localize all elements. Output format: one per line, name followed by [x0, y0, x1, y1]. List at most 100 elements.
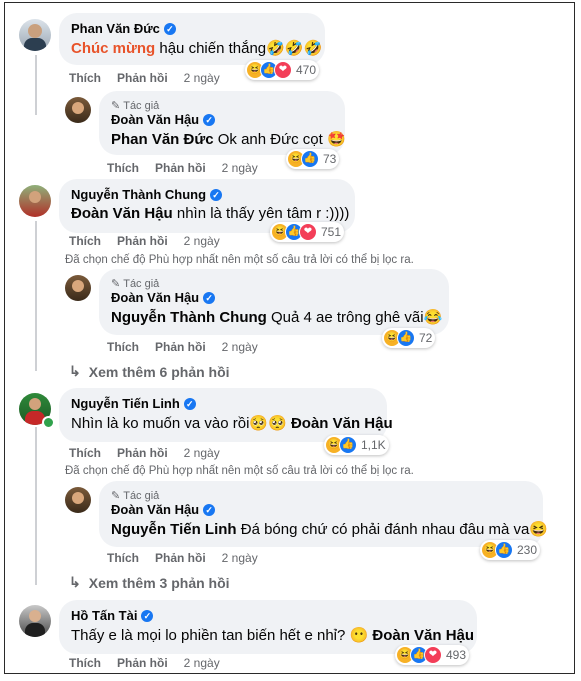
like-reaction-icon: 👍 [301, 150, 319, 168]
mention-link[interactable]: Phan Văn Đức [111, 131, 214, 148]
thread-line [35, 55, 37, 115]
thread-line [35, 427, 37, 585]
reaction-summary[interactable]: 😆 👍 72 [382, 328, 436, 348]
comment-bubble: Phan Văn Đức ✓ Chúc mừng hậu chiến thắng🤣… [59, 13, 325, 65]
reply-bubble: ✎ Tác giả Đoàn Văn Hậu ✓ Nguyễn Tiến Linh … [99, 481, 548, 547]
mention-link[interactable]: Nguyễn Tiến Linh [111, 521, 237, 538]
avatar[interactable] [19, 185, 51, 217]
timestamp[interactable]: 2 ngày [222, 551, 258, 565]
avatar[interactable] [65, 275, 91, 301]
like-link[interactable]: Thích [69, 446, 101, 460]
reaction-count: 72 [419, 331, 433, 345]
comment-actions: Thích Phản hồi 2 ngày [69, 71, 220, 85]
comment-text: Nhìn là ko muốn va vào rồi🥺🥺 [71, 415, 291, 432]
reaction-summary[interactable]: 😆 👍 1,1K [324, 435, 389, 455]
reaction-summary[interactable]: 😆 👍 ❤ 470 [245, 60, 320, 80]
reply-arrow-icon: ↳ [69, 574, 81, 590]
reply-link[interactable]: Phản hồi [155, 340, 206, 354]
comments-panel: Phan Văn Đức ✓ Chúc mừng hậu chiến thắng🤣… [4, 2, 575, 674]
like-link[interactable]: Thích [69, 234, 101, 248]
verified-badge-icon: ✓ [210, 188, 223, 201]
pencil-icon: ✎ [111, 100, 121, 112]
commenter-name[interactable]: Đoàn Văn Hậu [111, 112, 199, 127]
comment-bubble: Nguyễn Tiến Linh ✓ Nhìn là ko muốn va vào… [59, 388, 393, 442]
mention-link[interactable]: Đoàn Văn Hậu [291, 415, 393, 432]
author-tag: Tác giả [123, 99, 160, 112]
commenter-name[interactable]: Đoàn Văn Hậu [111, 290, 199, 305]
reaction-count: 493 [446, 648, 467, 662]
mention-link[interactable]: Đoàn Văn Hậu [71, 205, 173, 222]
reply-bubble: ✎ Tác giả Đoàn Văn Hậu ✓ Phan Văn Đức Ok a… [99, 91, 346, 155]
author-tag: Tác giả [123, 277, 160, 290]
timestamp[interactable]: 2 ngày [184, 446, 220, 460]
comment-text: nhìn là thấy yên tâm r :)))) [172, 205, 350, 222]
reply-arrow-icon: ↳ [69, 363, 81, 379]
reaction-count: 230 [517, 543, 538, 557]
avatar[interactable] [19, 19, 51, 51]
timestamp[interactable]: 2 ngày [222, 340, 258, 354]
mention-link[interactable]: Đoàn Văn Hậu [372, 627, 474, 644]
commenter-name[interactable]: Đoàn Văn Hậu [111, 502, 199, 517]
author-tag: Tác giả [123, 489, 160, 502]
comment-text: Đá bóng chứ có phải đánh nhau đâu mà va😆 [236, 521, 548, 538]
reaction-summary[interactable]: 😆 👍 230 [480, 540, 541, 560]
commenter-name[interactable]: Nguyễn Tiến Linh [71, 396, 180, 411]
view-more-label: Xem thêm 6 phản hồi [88, 363, 230, 380]
like-reaction-icon: 👍 [495, 541, 513, 559]
verified-badge-icon: ✓ [141, 609, 154, 622]
comment-text: Thấy e là mọi lo phiền tan biến hết e nh… [71, 627, 373, 644]
timestamp[interactable]: 2 ngày [184, 656, 220, 670]
reply-link[interactable]: Phản hồi [117, 656, 168, 670]
reaction-count: 1,1K [361, 438, 386, 452]
avatar[interactable] [19, 605, 51, 637]
avatar[interactable] [65, 97, 91, 123]
reaction-count: 751 [321, 225, 342, 239]
love-reaction-icon: ❤ [299, 223, 317, 241]
avatar[interactable] [65, 487, 91, 513]
reaction-summary[interactable]: 😆 👍 ❤ 493 [395, 645, 470, 665]
like-link[interactable]: Thích [69, 656, 101, 670]
like-link[interactable]: Thích [69, 71, 101, 85]
reply-link[interactable]: Phản hồi [117, 71, 168, 85]
like-link[interactable]: Thích [107, 551, 139, 565]
mention-link[interactable]: Nguyễn Thành Chung [111, 309, 267, 326]
reply-link[interactable]: Phản hồi [155, 551, 206, 565]
filter-note: Đã chọn chế độ Phù hợp nhất nên một số c… [65, 254, 414, 266]
reaction-summary[interactable]: 😆 👍 73 [286, 149, 340, 169]
verified-badge-icon: ✓ [203, 503, 216, 516]
reaction-summary[interactable]: 😆 👍 ❤ 751 [270, 222, 345, 242]
commenter-name[interactable]: Nguyễn Thành Chung [71, 187, 206, 202]
like-reaction-icon: 👍 [397, 329, 415, 347]
verified-badge-icon: ✓ [163, 22, 176, 35]
love-reaction-icon: ❤ [424, 646, 442, 664]
pencil-icon: ✎ [111, 490, 121, 502]
thread-line [35, 221, 37, 371]
commenter-name[interactable]: Hồ Tấn Tài [71, 608, 137, 623]
commenter-name[interactable]: Phan Văn Đức [71, 21, 160, 36]
comment-actions: Thích Phản hồi 2 ngày [69, 234, 220, 248]
view-more-label: Xem thêm 3 phản hồi [88, 574, 230, 591]
reply-link[interactable]: Phản hồi [117, 446, 168, 460]
timestamp[interactable]: 2 ngày [222, 161, 258, 175]
comment-actions: Thích Phản hồi 2 ngày [107, 551, 258, 565]
reply-link[interactable]: Phản hồi [155, 161, 206, 175]
reaction-count: 73 [323, 152, 337, 166]
view-more-replies[interactable]: ↳ Xem thêm 3 phản hồi [69, 574, 230, 591]
love-reaction-icon: ❤ [274, 61, 292, 79]
pencil-icon: ✎ [111, 278, 121, 290]
comment-actions: Thích Phản hồi 2 ngày [107, 161, 258, 175]
comment-text: Ok anh Đức cọt 🤩 [213, 131, 346, 148]
verified-badge-icon: ✓ [203, 113, 216, 126]
verified-badge-icon: ✓ [183, 397, 196, 410]
like-link[interactable]: Thích [107, 161, 139, 175]
verified-badge-icon: ✓ [203, 291, 216, 304]
view-more-replies[interactable]: ↳ Xem thêm 6 phản hồi [69, 363, 230, 380]
timestamp[interactable]: 2 ngày [184, 71, 220, 85]
reaction-count: 470 [296, 63, 317, 77]
timestamp[interactable]: 2 ngày [184, 234, 220, 248]
like-link[interactable]: Thích [107, 340, 139, 354]
comment-actions: Thích Phản hồi 2 ngày [69, 446, 220, 460]
comment-text: Quả 4 ae trông ghê vãi😂 [266, 309, 443, 326]
reply-bubble: ✎ Tác giả Đoàn Văn Hậu ✓ Nguyễn Thành Chun… [99, 269, 449, 335]
reply-link[interactable]: Phản hồi [117, 234, 168, 248]
